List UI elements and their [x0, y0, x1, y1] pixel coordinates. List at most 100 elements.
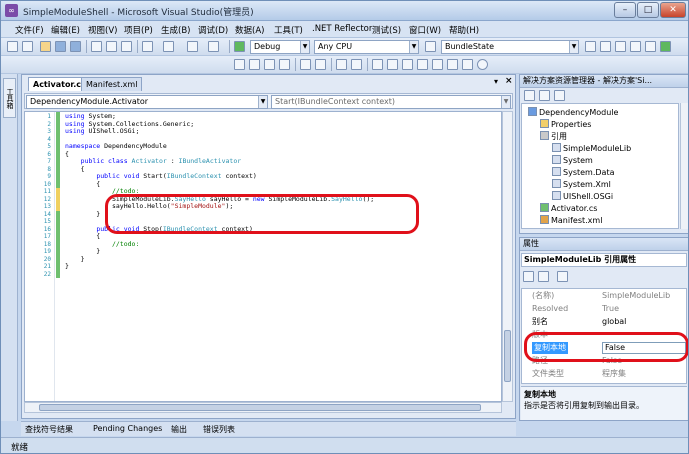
start-debugging-icon[interactable] [234, 41, 245, 52]
clear-bookmarks-icon[interactable] [447, 59, 458, 70]
type-select[interactable]: DependencyModule.Activator ▼ [26, 95, 268, 109]
object-browser-icon[interactable] [615, 41, 626, 52]
properties-object-select[interactable]: SimpleModuleLib 引用属性 [521, 253, 687, 267]
tree-item[interactable]: Activator.cs [540, 203, 597, 214]
menu-edit[interactable]: 编辑(E) [51, 24, 80, 36]
code-line[interactable]: } [65, 210, 100, 219]
property-row[interactable]: ▼复制本地False [522, 342, 686, 354]
display-object-member-list-icon[interactable] [234, 59, 245, 70]
solution-tree-scrollbar[interactable] [680, 103, 688, 229]
menu-debug[interactable]: 调试(D) [198, 24, 228, 36]
parameter-info-icon[interactable] [249, 59, 260, 70]
property-value[interactable]: False [602, 355, 622, 367]
bookmark-window-icon[interactable] [462, 59, 473, 70]
tab-find-symbol-results[interactable]: 查找符号结果 [25, 424, 73, 435]
complete-word-icon[interactable] [279, 59, 290, 70]
decrease-indent-icon[interactable] [300, 59, 311, 70]
property-row[interactable]: Resolved True [522, 303, 686, 315]
properties-window-icon[interactable] [600, 41, 611, 52]
refresh-icon[interactable] [554, 90, 565, 101]
property-pages-icon[interactable] [557, 271, 568, 282]
property-row[interactable]: 别名 global [522, 316, 686, 328]
add-item-icon[interactable] [22, 41, 33, 52]
tree-item[interactable]: UIShell.OSGi [552, 191, 613, 202]
vertical-scroll-thumb[interactable] [504, 330, 511, 382]
menu-project[interactable]: 项目(P) [124, 24, 153, 36]
menu-test[interactable]: 测试(S) [372, 24, 401, 36]
tab-dropdown-icon[interactable]: ▾ [494, 77, 498, 86]
tree-item[interactable]: System.Data [552, 167, 614, 178]
copy-icon[interactable] [106, 41, 117, 52]
property-row[interactable]: 文件类型 程序集 [522, 368, 686, 380]
code-line[interactable]: public class Activator : IBundleActivato… [65, 157, 242, 166]
next-bookmark-folder-icon[interactable] [432, 59, 443, 70]
menu-net-reflector[interactable]: .NET Reflector [312, 24, 372, 34]
comment-out-icon[interactable] [336, 59, 347, 70]
tree-item[interactable]: System.Xml [552, 179, 611, 190]
close-document-icon[interactable]: × [505, 76, 513, 86]
solution-platforms-select[interactable]: Any CPU ▼ [314, 40, 419, 54]
tree-item[interactable]: Properties [540, 119, 591, 130]
member-select[interactable]: Start(IBundleContext context) ▼ [271, 95, 511, 109]
undo-icon[interactable] [142, 41, 153, 52]
minimize-button[interactable]: – [614, 2, 636, 18]
menu-window[interactable]: 窗口(W) [409, 24, 441, 36]
navigate-forward-icon[interactable] [208, 41, 219, 52]
tree-item[interactable]: SimpleModuleLib [552, 143, 631, 154]
close-button[interactable]: ✕ [660, 2, 686, 18]
code-text[interactable]: using System; using System.Collections.Ge… [65, 112, 497, 401]
alphabetical-icon[interactable] [538, 271, 549, 282]
show-all-files-icon[interactable] [539, 90, 550, 101]
menu-build[interactable]: 生成(B) [161, 24, 190, 36]
property-value[interactable]: 程序集 [602, 368, 626, 380]
code-area[interactable]: 1 2 3 4 5 6 7 8 9 10 11 12 13 14 15 16 17 18 19 20 21 22 usin… [24, 111, 502, 402]
uncomment-icon[interactable] [351, 59, 362, 70]
open-folder-icon[interactable] [40, 41, 51, 52]
property-row[interactable]: (名称) SimpleModuleLib [522, 290, 686, 302]
property-value[interactable]: False [602, 342, 686, 354]
property-value[interactable]: SimpleModuleLib [602, 290, 670, 302]
menu-view[interactable]: 视图(V) [88, 24, 117, 36]
find-in-files-icon[interactable] [425, 41, 436, 52]
paste-icon[interactable] [121, 41, 132, 52]
increase-indent-icon[interactable] [315, 59, 326, 70]
previous-bookmark-folder-icon[interactable] [417, 59, 428, 70]
toolbox-tab[interactable]: 工具箱 [3, 78, 16, 118]
startup-project-select[interactable]: BundleState ▼ [441, 40, 579, 54]
toggle-bookmark-icon[interactable] [372, 59, 383, 70]
tab-output[interactable]: 输出 [171, 424, 187, 435]
categorized-icon[interactable] [523, 271, 534, 282]
properties-icon[interactable] [524, 90, 535, 101]
maximize-button[interactable]: □ [637, 2, 659, 18]
tree-item[interactable]: DependencyModule [528, 107, 618, 118]
menu-file[interactable]: 文件(F) [15, 24, 44, 36]
previous-bookmark-icon[interactable] [387, 59, 398, 70]
tree-item[interactable]: Manifest.xml [540, 215, 602, 226]
toolbox-icon[interactable] [630, 41, 641, 52]
editor-vertical-scrollbar[interactable] [502, 111, 513, 402]
quick-info-icon[interactable] [264, 59, 275, 70]
property-value[interactable]: global [602, 316, 626, 328]
property-value[interactable]: True [602, 303, 619, 315]
save-all-icon[interactable] [70, 41, 81, 52]
menu-tools[interactable]: 工具(T) [274, 24, 303, 36]
menu-data[interactable]: 数据(A) [235, 24, 264, 36]
team-explorer-icon[interactable] [645, 41, 656, 52]
tab-manifest-xml[interactable]: Manifest.xml [81, 77, 143, 91]
tab-pending-changes[interactable]: Pending Changes [93, 424, 162, 433]
tree-item[interactable]: 引用 [540, 131, 567, 142]
extension-icon[interactable] [660, 41, 671, 52]
code-line[interactable]: namespace DependencyModule [65, 142, 167, 151]
cut-icon[interactable] [91, 41, 102, 52]
property-row[interactable]: 路径 False [522, 355, 686, 367]
menu-help[interactable]: 帮助(H) [449, 24, 479, 36]
next-bookmark-icon[interactable] [402, 59, 413, 70]
search-icon[interactable] [477, 59, 488, 70]
solution-explorer-icon[interactable] [585, 41, 596, 52]
horizontal-scroll-thumb[interactable] [39, 404, 481, 411]
tree-item[interactable]: System [552, 155, 593, 166]
code-line[interactable]: using UIShell.OSGi; [65, 127, 139, 136]
redo-icon[interactable] [163, 41, 174, 52]
navigate-back-icon[interactable] [187, 41, 198, 52]
solution-configurations-select[interactable]: Debug ▼ [250, 40, 310, 54]
